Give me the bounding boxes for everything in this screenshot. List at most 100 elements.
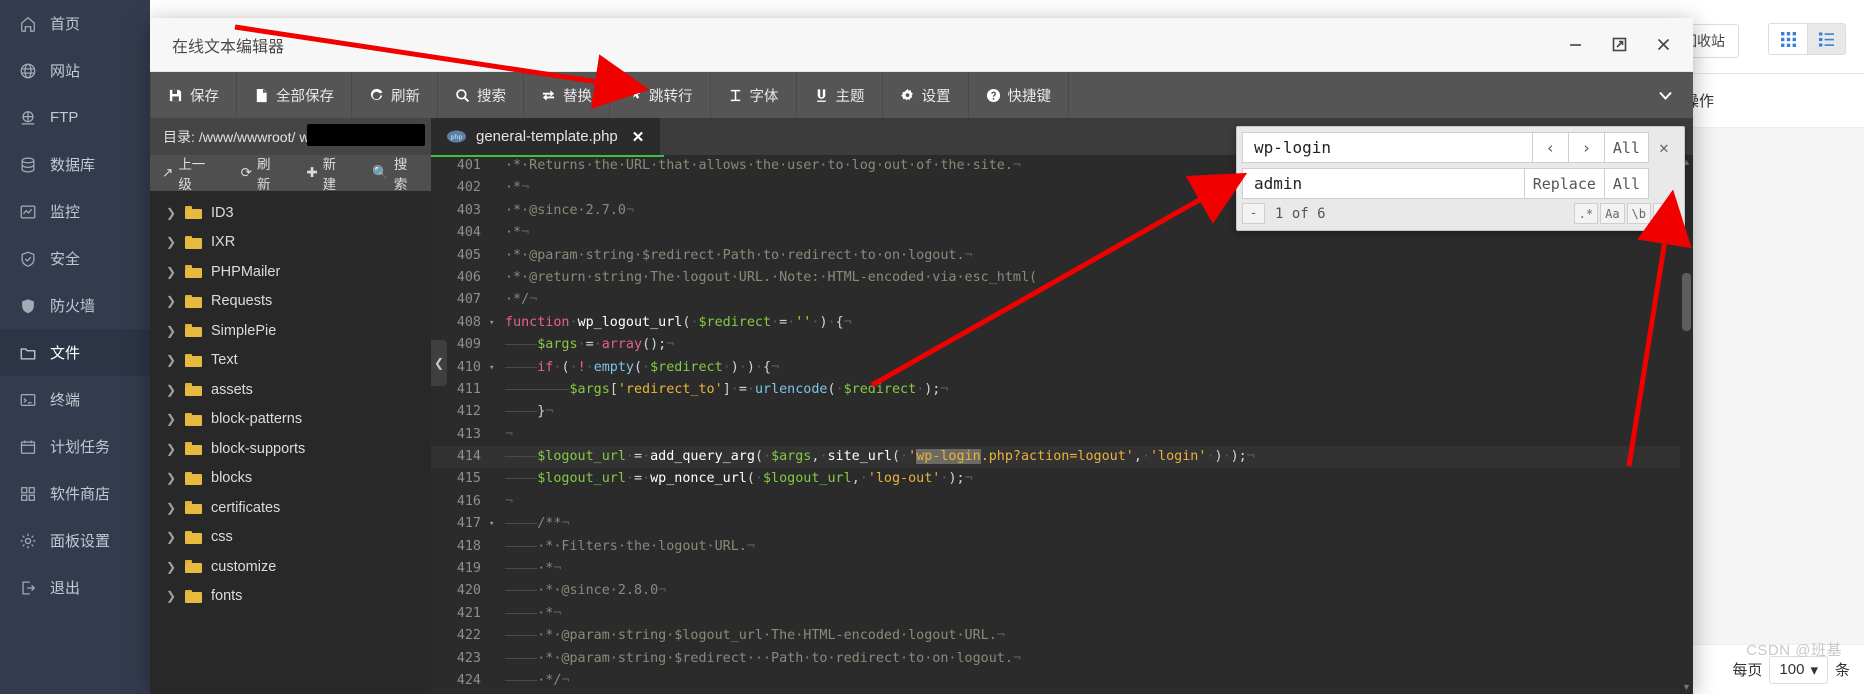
code-line[interactable]: 416¬ <box>431 491 1693 513</box>
pane-collapse-handle[interactable]: ❮ <box>431 340 447 386</box>
tree-folder-item[interactable]: ❯fonts <box>150 582 431 612</box>
goto-line-button[interactable]: 跳转行 <box>610 72 711 118</box>
fold-marker[interactable] <box>489 536 500 558</box>
refresh-tree-button[interactable]: ⟳ 刷新 <box>229 153 295 193</box>
search-tree-button[interactable]: 🔍 搜索 <box>360 153 431 193</box>
close-icon[interactable] <box>1643 25 1683 65</box>
tree-folder-item[interactable]: ❯Text <box>150 346 431 376</box>
tree-folder-item[interactable]: ❯Requests <box>150 287 431 317</box>
tree-folder-item[interactable]: ❯PHPMailer <box>150 257 431 287</box>
sidebar-item-app-store[interactable]: 软件商店 <box>0 470 150 517</box>
fold-marker[interactable] <box>489 625 500 647</box>
collapse-panel-button[interactable]: - <box>1242 203 1265 224</box>
tree-folder-item[interactable]: ❯certificates <box>150 493 431 523</box>
find-next-button[interactable]: › <box>1569 132 1605 163</box>
code-scrollbar[interactable]: ▲ ▼ <box>1680 155 1693 694</box>
sidebar-item-ftp[interactable]: FTP <box>0 94 150 141</box>
tree-folder-item[interactable]: ❯SimplePie <box>150 316 431 346</box>
chevron-right-icon[interactable]: ❯ <box>166 589 176 603</box>
code-line[interactable]: 415————$logout_url·=·wp_nonce_url(·$logo… <box>431 468 1693 490</box>
sidebar-item-firewall[interactable]: 防火墙 <box>0 282 150 329</box>
fold-marker[interactable] <box>489 245 500 267</box>
code-line[interactable]: 420————·*·@since·2.8.0¬ <box>431 580 1693 602</box>
code-line[interactable]: 413¬ <box>431 424 1693 446</box>
settings-button[interactable]: 设置 <box>883 72 969 118</box>
fold-marker[interactable] <box>489 648 500 670</box>
case-sensitive-toggle[interactable]: Aa <box>1600 203 1624 224</box>
fold-marker[interactable] <box>489 155 500 177</box>
chevron-right-icon[interactable]: ❯ <box>166 294 176 308</box>
code-line[interactable]: 412————}¬ <box>431 401 1693 423</box>
fold-marker[interactable] <box>489 267 500 289</box>
fold-marker[interactable]: ▾ <box>489 312 500 334</box>
replace-input[interactable]: admin <box>1242 168 1525 199</box>
code-line[interactable]: 417▾————/**¬ <box>431 513 1693 535</box>
search-input[interactable]: wp-login <box>1242 132 1533 163</box>
fold-marker[interactable] <box>489 379 500 401</box>
fold-marker[interactable] <box>489 558 500 580</box>
tree-folder-item[interactable]: ❯IXR <box>150 228 431 258</box>
find-previous-button[interactable]: ‹ <box>1533 132 1569 163</box>
list-view-icon[interactable] <box>1807 24 1845 54</box>
file-tab[interactable]: php general-template.php ✕ <box>431 118 660 155</box>
chevron-right-icon[interactable]: ❯ <box>166 383 176 397</box>
sidebar-item-security[interactable]: 安全 <box>0 235 150 282</box>
chevron-right-icon[interactable]: ❯ <box>166 324 176 338</box>
scroll-down-arrow-icon[interactable]: ▼ <box>1682 682 1691 692</box>
view-mode-toggle[interactable] <box>1768 23 1846 55</box>
chevron-right-icon[interactable]: ❯ <box>166 442 176 456</box>
find-all-button[interactable]: All <box>1605 132 1649 163</box>
parent-directory-button[interactable]: ↗ 上一级 <box>150 153 229 193</box>
chevron-right-icon[interactable]: ❯ <box>166 471 176 485</box>
tree-folder-item[interactable]: ❯css <box>150 523 431 553</box>
tree-folder-item[interactable]: ❯assets <box>150 375 431 405</box>
maximize-icon[interactable] <box>1599 25 1639 65</box>
sidebar-item-terminal[interactable]: 终端 <box>0 376 150 423</box>
fold-marker[interactable] <box>489 289 500 311</box>
code-line[interactable]: 424————·*/¬ <box>431 670 1693 692</box>
fold-marker[interactable] <box>489 603 500 625</box>
sidebar-item-website[interactable]: 网站 <box>0 47 150 94</box>
code-line[interactable]: 407·*/¬ <box>431 289 1693 311</box>
code-line[interactable]: 414————$logout_url·=·add_query_arg(·$arg… <box>431 446 1693 468</box>
tree-folder-item[interactable]: ❯ID3 <box>150 198 431 228</box>
chevron-right-icon[interactable]: ❯ <box>166 265 176 279</box>
replace-all-button[interactable]: All <box>1605 168 1649 199</box>
code-line[interactable]: 419————·*¬ <box>431 558 1693 580</box>
code-line[interactable]: 410▾————if·(·!·empty(·$redirect·)·)·{¬ <box>431 357 1693 379</box>
fold-marker[interactable] <box>489 468 500 490</box>
chevron-right-icon[interactable]: ❯ <box>166 353 176 367</box>
code-line[interactable]: 411————————$args['redirect_to']·=·urlenc… <box>431 379 1693 401</box>
folder-list[interactable]: ❯ID3❯IXR❯PHPMailer❯Requests❯SimplePie❯Te… <box>150 191 431 694</box>
sidebar-item-files[interactable]: 文件 <box>0 329 150 376</box>
chevron-down-icon[interactable] <box>1637 72 1693 118</box>
chevron-right-icon[interactable]: ❯ <box>166 501 176 515</box>
search-in-selection-toggle[interactable]: S <box>1653 203 1676 224</box>
sidebar-item-home[interactable]: 首页 <box>0 0 150 47</box>
fold-marker[interactable]: ▾ <box>489 513 500 535</box>
fold-marker[interactable] <box>489 222 500 244</box>
chevron-right-icon[interactable]: ❯ <box>166 412 176 426</box>
code-line[interactable]: 422————·*·@param·string·$logout_url·The·… <box>431 625 1693 647</box>
fold-marker[interactable]: ▾ <box>489 357 500 379</box>
chevron-right-icon[interactable]: ❯ <box>166 235 176 249</box>
theme-button[interactable]: 主题 <box>797 72 883 118</box>
code-editor[interactable]: 401·*·Returns·the·URL·that·allows·the·us… <box>431 155 1693 694</box>
tree-folder-item[interactable]: ❯block-supports <box>150 434 431 464</box>
tree-folder-item[interactable]: ❯customize <box>150 552 431 582</box>
code-line[interactable]: 408▾function·wp_logout_url(·$redirect·=·… <box>431 312 1693 334</box>
sidebar-item-panel-settings[interactable]: 面板设置 <box>0 517 150 564</box>
tree-folder-item[interactable]: ❯block-patterns <box>150 405 431 435</box>
fold-marker[interactable] <box>489 491 500 513</box>
fold-marker[interactable] <box>489 446 500 468</box>
shortcuts-button[interactable]: 快捷键 <box>969 72 1070 118</box>
code-line[interactable]: 409————$args·=·array();¬ <box>431 334 1693 356</box>
regex-toggle[interactable]: .* <box>1574 203 1598 224</box>
sidebar-item-logout[interactable]: 退出 <box>0 564 150 611</box>
code-line[interactable]: 423————·*·@param·string·$redirect···Path… <box>431 648 1693 670</box>
sidebar-item-cron[interactable]: 计划任务 <box>0 423 150 470</box>
fold-marker[interactable] <box>489 177 500 199</box>
fold-marker[interactable] <box>489 424 500 446</box>
minimize-icon[interactable] <box>1555 25 1595 65</box>
fold-marker[interactable] <box>489 401 500 423</box>
